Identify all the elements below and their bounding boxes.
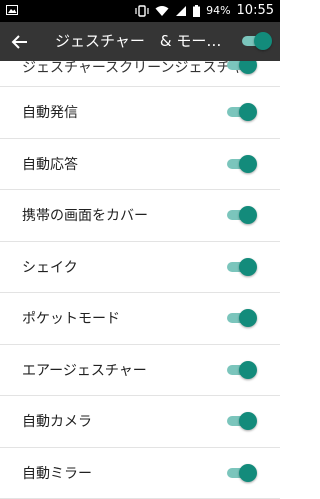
- toggle-switch[interactable]: [225, 361, 255, 379]
- toggle-thumb: [239, 412, 257, 430]
- toggle-thumb: [239, 464, 257, 482]
- list-item-label: 自動ミラー: [22, 463, 92, 483]
- toggle-thumb: [239, 258, 257, 276]
- list-item-auto-call[interactable]: 自動発信: [0, 87, 280, 139]
- list-item-cover-screen[interactable]: 携帯の画面をカバー: [0, 190, 280, 242]
- toggle-thumb: [239, 206, 257, 224]
- list-item-pocket-mode[interactable]: ポケットモード: [0, 293, 280, 345]
- image-icon: [6, 5, 18, 15]
- list-item-label: 自動応答: [22, 154, 78, 174]
- list-item[interactable]: ジェスチャースクリーンジェスチャ: [0, 61, 280, 87]
- toggle-switch[interactable]: [225, 61, 255, 74]
- wifi-icon: [155, 5, 169, 17]
- list-item-air-gesture[interactable]: エアージェスチャー: [0, 345, 280, 397]
- list-item-label: ジェスチャースクリーンジェスチャ: [22, 61, 244, 77]
- battery-level: 94%: [206, 0, 230, 22]
- toolbar: ジェスチャー & モー…: [0, 22, 280, 61]
- vibrate-icon: [135, 5, 149, 17]
- toggle-switch[interactable]: [225, 206, 255, 224]
- toggle-thumb: [239, 361, 257, 379]
- battery-icon: [193, 5, 200, 17]
- list-item-label: 自動発信: [22, 102, 78, 122]
- page-title: ジェスチャー & モー…: [55, 22, 225, 61]
- list-item-label: 携帯の画面をカバー: [22, 205, 148, 225]
- list-item-auto-mirror[interactable]: 自動ミラー: [0, 448, 280, 499]
- toggle-switch[interactable]: [225, 103, 255, 121]
- back-arrow-icon[interactable]: [10, 32, 30, 52]
- list-item-label: 自動カメラ: [22, 411, 92, 431]
- list-item-auto-answer[interactable]: 自動応答: [0, 139, 280, 191]
- toggle-switch[interactable]: [225, 155, 255, 173]
- clock: 10:55: [237, 0, 274, 22]
- list-item-label: エアージェスチャー: [22, 360, 147, 380]
- list-item-shake[interactable]: シェイク: [0, 242, 280, 294]
- toggle-thumb: [239, 61, 257, 74]
- list-item-auto-camera[interactable]: 自動カメラ: [0, 396, 280, 448]
- list-item-label: ポケットモード: [22, 308, 120, 328]
- toggle-thumb: [254, 32, 272, 50]
- toggle-thumb: [239, 309, 257, 327]
- status-bar: 94% 10:55: [0, 0, 280, 22]
- toggle-thumb: [239, 103, 257, 121]
- toggle-switch[interactable]: [225, 412, 255, 430]
- master-toggle[interactable]: [240, 32, 270, 50]
- signal-icon: [175, 5, 187, 17]
- toggle-switch[interactable]: [225, 309, 255, 327]
- toggle-switch[interactable]: [225, 464, 255, 482]
- toggle-thumb: [239, 155, 257, 173]
- toggle-switch[interactable]: [225, 258, 255, 276]
- list-item-label: シェイク: [22, 257, 78, 277]
- settings-list: ジェスチャースクリーンジェスチャ 自動発信 自動応答 携帯の画面をカバー シェイ…: [0, 61, 280, 499]
